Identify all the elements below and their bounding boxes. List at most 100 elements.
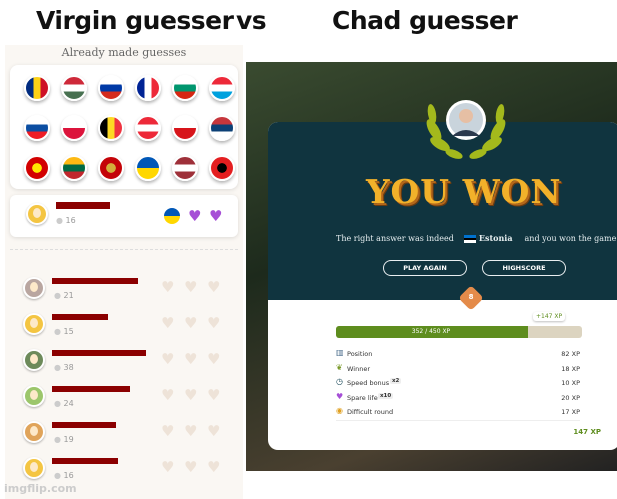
xp-row: ❦ Winner 18 XP (336, 363, 580, 375)
avatar (23, 421, 45, 443)
heart-icon: ♥ (207, 422, 221, 440)
heart-icon: ♥ (207, 386, 221, 404)
vs-label: vs (236, 6, 267, 35)
montenegro-flag (98, 155, 124, 181)
xp-multiplier: x2 (390, 378, 402, 384)
guessed-flags-box (10, 65, 238, 189)
divider (336, 420, 580, 421)
player-score: 19 (54, 435, 74, 444)
heart-icon: ♥ (207, 278, 221, 296)
heart-icon: ♥ (184, 422, 198, 440)
czechia-flag (172, 115, 198, 141)
heart-icon: ♥ (161, 278, 175, 296)
winner-icon: ❦ (336, 362, 343, 372)
player-score: 21 (54, 291, 74, 300)
slovakia-flag (24, 115, 50, 141)
player-name-redacted (52, 350, 146, 356)
highscore-button[interactable]: HIGHSCORE (482, 260, 566, 276)
heart-icon: ♥ (161, 314, 175, 332)
result-suffix: and you won the game! (524, 234, 617, 243)
austria-flag (135, 115, 161, 141)
xp-row-label: Difficult round (347, 408, 394, 416)
xp-row-value: 20 XP (561, 393, 580, 402)
xp-multiplier: x10 (378, 392, 394, 399)
player-score: 16 (54, 471, 74, 480)
xp-row-label: Winner (347, 364, 371, 373)
xp-gain-badge: +147 XP (533, 312, 566, 321)
heart-icon: ♥ (184, 458, 198, 476)
heart-icon: ♥ (207, 458, 221, 476)
xp-row-value: 18 XP (561, 364, 580, 373)
heart-icon: ♥ (161, 386, 175, 404)
xp-row-value: 17 XP (561, 408, 580, 416)
player-name-redacted (52, 386, 130, 392)
xp-row: ♥ Spare life x10 20 XP (336, 392, 580, 404)
virgin-guesser-title: Virgin guesser (36, 6, 234, 35)
heart-icon: ♥ (207, 314, 221, 332)
heart-icon: ♥ (161, 350, 175, 368)
belgium-flag (98, 115, 124, 141)
position-icon: ▥ (336, 348, 344, 357)
player-name-redacted (56, 202, 110, 209)
heart-icon: ♥ (188, 207, 202, 225)
avatar (23, 457, 45, 479)
romania-flag (24, 75, 50, 101)
guesses-header: Already made guesses (61, 46, 187, 59)
level-number: 8 (468, 293, 474, 301)
heart-icon: ♥ (184, 278, 198, 296)
player-score: 24 (54, 399, 74, 408)
avatar (26, 203, 48, 225)
xp-total: 147 XP (573, 428, 601, 436)
avatar (23, 385, 45, 407)
player-score: 16 (56, 216, 76, 225)
xp-row-label: Position (347, 350, 373, 358)
play-again-button[interactable]: PLAY AGAIN (383, 260, 467, 276)
player-name-redacted (52, 314, 108, 320)
player-name-redacted (52, 458, 118, 464)
xp-row-value: 82 XP (561, 350, 580, 358)
heart-icon: ♥ (336, 391, 344, 401)
north-macedonia-flag (24, 155, 50, 181)
lithuania-flag (61, 155, 87, 181)
divider (10, 249, 238, 250)
france-flag (135, 75, 161, 101)
heart-icon: ♥ (161, 458, 175, 476)
serbia-flag (209, 115, 235, 141)
hungary-flag (61, 75, 87, 101)
player-score: 38 (54, 363, 74, 372)
laurel-wreath-icon (426, 100, 506, 159)
heart-icon: ♥ (184, 314, 198, 332)
avatar (23, 313, 45, 335)
xp-row: ◷ Speed bonus x2 10 XP (336, 377, 580, 389)
luxembourg-flag (209, 75, 235, 101)
avatar (23, 277, 45, 299)
my-player-row: 16 ♥ ♥ (10, 195, 238, 237)
xp-row: ▥ Position 82 XP (336, 348, 580, 360)
chad-guesser-title: Chad guesser (332, 6, 518, 35)
ukraine-flag (135, 155, 161, 181)
xp-row-label: Speed bonus (347, 379, 390, 387)
result-message: The right answer was indeed Estonia and yo… (336, 233, 617, 243)
russia-flag (98, 75, 124, 101)
virgin-panel: Already made guesses 16 ♥ ♥ 21 ♥ ♥ ♥ 15 ♥ ♥ ♥ 38… (5, 45, 243, 499)
avatar (23, 349, 45, 371)
result-prefix: The right answer was indeed (336, 234, 454, 243)
speed-icon: ◷ (336, 377, 343, 386)
albania-flag (209, 155, 235, 181)
player-score: 15 (54, 327, 74, 336)
player-name-redacted (52, 278, 138, 284)
watermark: imgflip.com (4, 482, 77, 495)
xp-row-label: Spare life (347, 393, 378, 402)
heart-icon: ♥ (161, 422, 175, 440)
heart-icon: ♥ (184, 386, 198, 404)
xp-progress-text: 352 / 450 XP (411, 328, 451, 335)
heart-icon: ♥ (207, 350, 221, 368)
country-name: Estonia (478, 233, 513, 243)
you-won-headline: YOU WON (366, 172, 562, 211)
heart-icon: ♥ (209, 207, 223, 225)
xp-row-value: 10 XP (561, 379, 580, 387)
latvia-flag (172, 155, 198, 181)
ukraine-flag (164, 208, 180, 224)
estonia-flag (463, 235, 476, 243)
xp-row: ◉ Difficult round 17 XP (336, 406, 580, 418)
